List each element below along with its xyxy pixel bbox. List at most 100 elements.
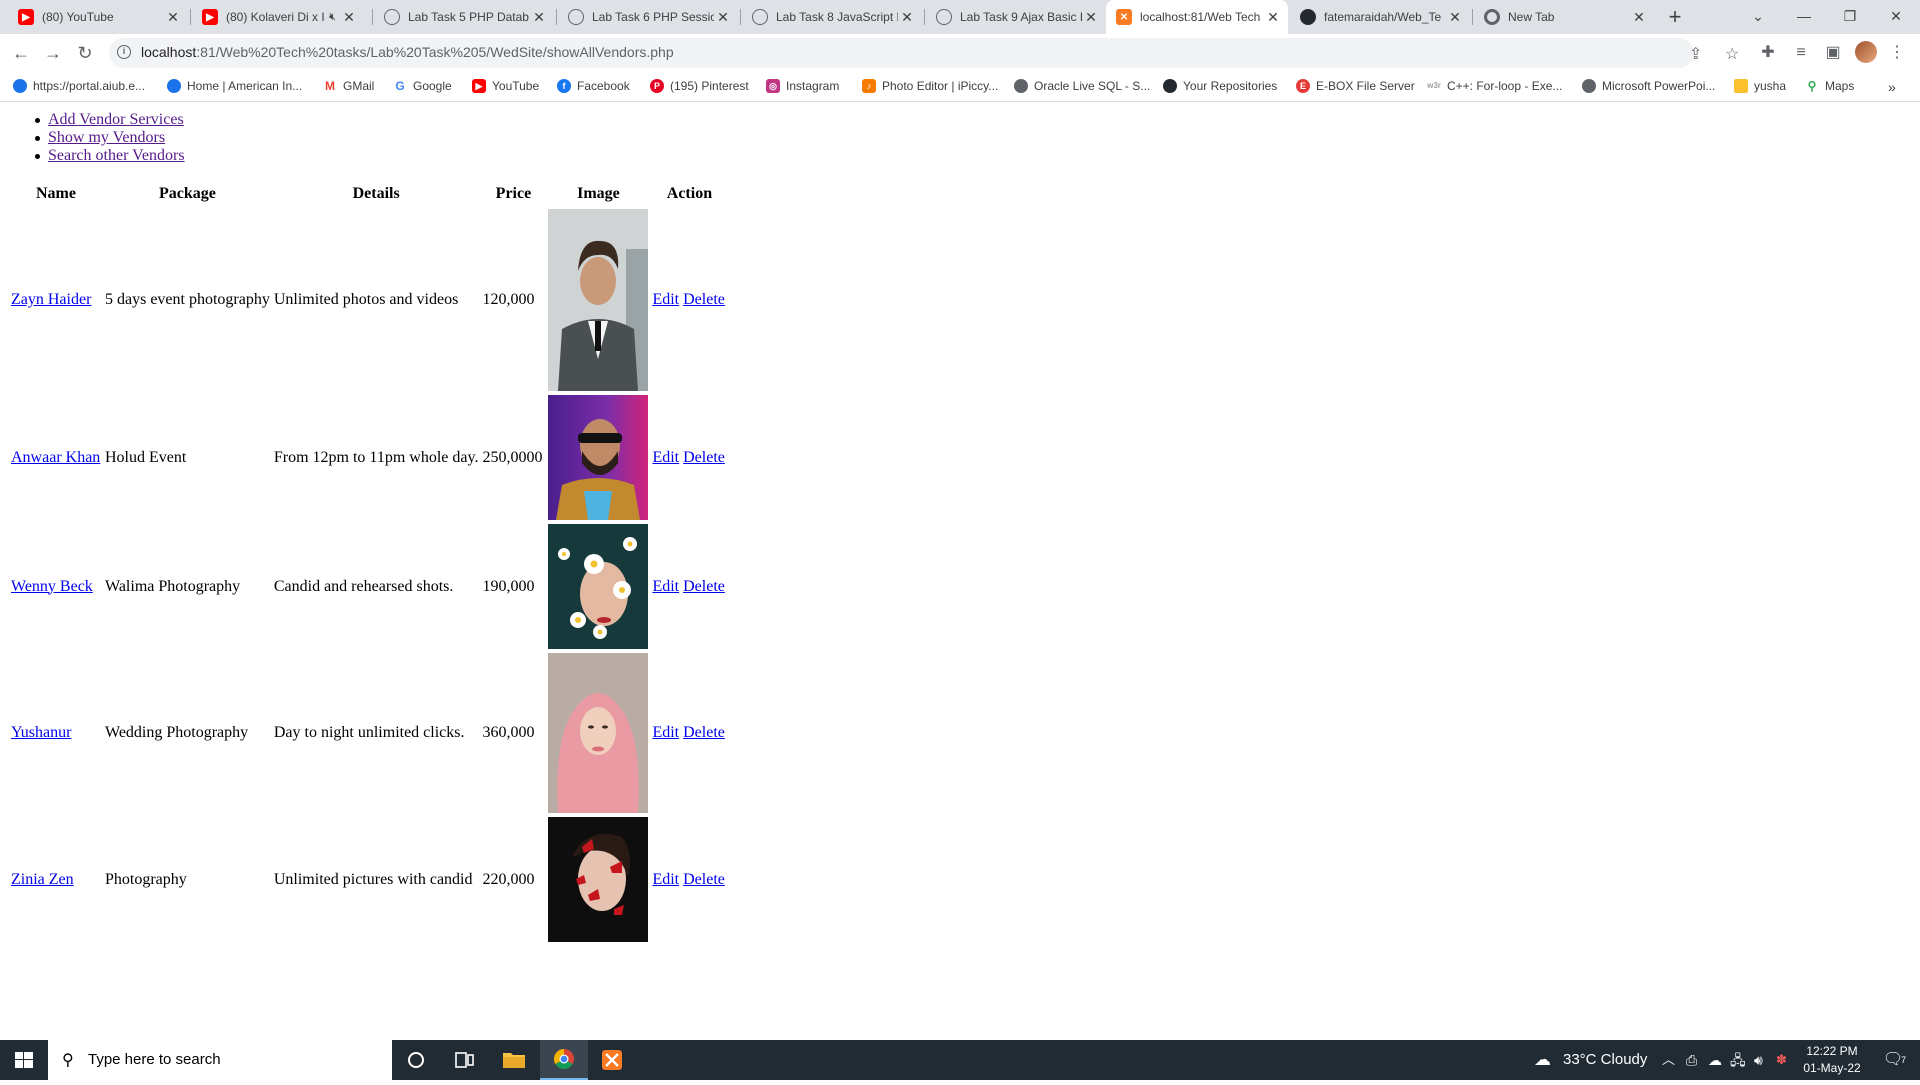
close-icon[interactable]: ✕ bbox=[1446, 9, 1464, 26]
bookmark-star-icon[interactable]: ☆ bbox=[1725, 44, 1739, 64]
tab-youtube[interactable]: ▶ (80) YouTube ✕ bbox=[8, 0, 188, 34]
onedrive-cloud-icon[interactable]: ☁ bbox=[1708, 1040, 1722, 1080]
tab-new-tab[interactable]: New Tab ✕ bbox=[1474, 0, 1654, 34]
reload-button[interactable]: ↻ bbox=[73, 41, 97, 65]
close-icon[interactable]: ✕ bbox=[898, 9, 916, 26]
tab-lab-task-6[interactable]: Lab Task 6 PHP Sessio ✕ bbox=[558, 0, 738, 34]
tab-localhost-active[interactable]: ✕ localhost:81/Web Tech ✕ bbox=[1106, 0, 1288, 34]
weather-text[interactable]: 33°C Cloudy bbox=[1563, 1040, 1647, 1080]
details-cell: Unlimited pictures with candid bbox=[273, 870, 473, 888]
delete-link[interactable]: Delete bbox=[683, 578, 725, 595]
minimize-button[interactable]: — bbox=[1781, 0, 1827, 34]
file-explorer-button[interactable] bbox=[490, 1040, 538, 1080]
add-vendor-services-link[interactable]: Add Vendor Services bbox=[48, 111, 184, 128]
tab-title: (80) Kolaveri Di x I bbox=[226, 10, 325, 24]
network-icon[interactable]: 🖧︎ bbox=[1730, 1040, 1746, 1080]
close-window-button[interactable]: ✕ bbox=[1873, 0, 1919, 34]
bookmark-american[interactable]: Home | American In... bbox=[167, 79, 302, 93]
weather-cloud-icon[interactable]: ☁ bbox=[1534, 1040, 1551, 1080]
tab-kolaveri[interactable]: ▶ (80) Kolaveri Di x I 🔇︎ ✕ bbox=[192, 0, 364, 34]
bookmark-facebook[interactable]: f Facebook bbox=[557, 79, 630, 93]
xampp-taskbar-button[interactable] bbox=[588, 1040, 636, 1080]
close-icon[interactable]: ✕ bbox=[714, 9, 732, 26]
vendor-name-link[interactable]: Wenny Beck bbox=[11, 578, 93, 595]
close-icon[interactable]: ✕ bbox=[164, 9, 182, 26]
bookmark-powerpoint[interactable]: Microsoft PowerPoi... bbox=[1582, 79, 1715, 93]
site-info-icon[interactable]: i bbox=[117, 45, 131, 59]
media-control-icon[interactable]: ≡ bbox=[1790, 42, 1812, 64]
bookmark-maps[interactable]: ⚲ Maps bbox=[1805, 79, 1854, 93]
back-button[interactable]: ← bbox=[9, 41, 33, 65]
delete-link[interactable]: Delete bbox=[683, 291, 725, 308]
restore-button[interactable]: ❐ bbox=[1827, 0, 1873, 34]
forward-button[interactable]: → bbox=[41, 41, 65, 65]
bookmark-portal-aiub[interactable]: https://portal.aiub.e... bbox=[13, 79, 145, 93]
vendor-name-link[interactable]: Yushanur bbox=[11, 724, 71, 741]
vendor-nav-list: Add Vendor Services Show my Vendors Sear… bbox=[35, 111, 185, 165]
url-text[interactable]: localhost:81/Web%20Tech%20tasks/Lab%20Ta… bbox=[141, 44, 674, 60]
vendor-image bbox=[548, 817, 649, 942]
address-bar[interactable]: i localhost:81/Web%20Tech%20tasks/Lab%20… bbox=[109, 38, 1739, 68]
taskbar-search-box[interactable]: ⚲ Type here to search bbox=[48, 1040, 392, 1080]
bookmark-ebox[interactable]: E E-BOX File Server bbox=[1296, 79, 1415, 93]
close-icon[interactable]: ✕ bbox=[530, 9, 548, 26]
edit-link[interactable]: Edit bbox=[652, 449, 679, 466]
close-icon[interactable]: ✕ bbox=[1264, 9, 1282, 26]
extensions-icon[interactable]: ✚ bbox=[1757, 42, 1779, 64]
start-button[interactable] bbox=[0, 1040, 48, 1080]
system-clock[interactable]: 12:22 PM 01-May-22 bbox=[1795, 1043, 1869, 1077]
cortana-button[interactable] bbox=[392, 1040, 440, 1080]
new-tab-button[interactable]: + bbox=[1662, 4, 1688, 30]
bookmark-pinterest[interactable]: P (195) Pinterest bbox=[650, 79, 749, 93]
close-icon[interactable]: ✕ bbox=[1082, 9, 1100, 26]
menu-kebab-icon[interactable]: ⋮ bbox=[1886, 42, 1908, 64]
edit-link[interactable]: Edit bbox=[652, 578, 679, 595]
tab-lab-task-9[interactable]: Lab Task 9 Ajax Basic F ✕ bbox=[926, 0, 1106, 34]
chevron-up-icon[interactable]: ︿ bbox=[1662, 1040, 1675, 1080]
bookmark-cpp-for-loop[interactable]: w3r C++: For-loop - Exe... bbox=[1427, 79, 1562, 93]
bookmark-instagram[interactable]: ◎ Instagram bbox=[766, 79, 839, 93]
device-icon[interactable]: ⎙ bbox=[1686, 1040, 1697, 1080]
delete-link[interactable]: Delete bbox=[683, 449, 725, 466]
side-panel-icon[interactable]: ▣ bbox=[1822, 42, 1844, 64]
bookmark-repositories[interactable]: Your Repositories bbox=[1163, 79, 1277, 93]
edit-link[interactable]: Edit bbox=[652, 871, 679, 888]
bookmark-google[interactable]: G Google bbox=[393, 79, 452, 93]
tab-github[interactable]: fatemaraidah/Web_Te ✕ bbox=[1290, 0, 1470, 34]
delete-link[interactable]: Delete bbox=[683, 871, 725, 888]
tab-title: New Tab bbox=[1508, 10, 1555, 24]
bookmark-youtube[interactable]: ▶ YouTube bbox=[472, 79, 539, 93]
vendor-name-link[interactable]: Zayn Haider bbox=[11, 291, 91, 308]
notification-center-button[interactable]: 🗨︎ 7 bbox=[1878, 1040, 1908, 1080]
chrome-icon bbox=[554, 1049, 574, 1069]
show-my-vendors-link[interactable]: Show my Vendors bbox=[48, 129, 165, 146]
vendor-name-link[interactable]: Anwaar Khan bbox=[11, 449, 100, 466]
bookmark-folder-yusha[interactable]: yusha bbox=[1734, 79, 1786, 93]
bookmark-oracle[interactable]: Oracle Live SQL - S... bbox=[1014, 79, 1150, 93]
tab-lab-task-5[interactable]: Lab Task 5 PHP Datab ✕ bbox=[374, 0, 554, 34]
delete-link[interactable]: Delete bbox=[683, 724, 725, 741]
package-cell: 5 days event photography bbox=[105, 291, 270, 308]
tab-search-button[interactable]: ⌄ bbox=[1735, 0, 1781, 34]
close-icon[interactable]: ✕ bbox=[1630, 9, 1648, 26]
bookmarks-overflow-chevron-icon[interactable]: » bbox=[1888, 79, 1896, 95]
volume-icon[interactable]: 🔊︎ bbox=[1754, 1040, 1763, 1080]
edit-link[interactable]: Edit bbox=[652, 724, 679, 741]
bookmark-gmail[interactable]: M GMail bbox=[323, 79, 374, 93]
tab-lab-task-8[interactable]: Lab Task 8 JavaScript F ✕ bbox=[742, 0, 922, 34]
search-other-vendors-link[interactable]: Search other Vendors bbox=[48, 147, 185, 164]
mute-icon[interactable]: 🔇︎ bbox=[329, 11, 336, 24]
close-icon[interactable]: ✕ bbox=[340, 9, 358, 26]
bookmark-label: E-BOX File Server bbox=[1316, 79, 1415, 93]
details-cell: Unlimited photos and videos bbox=[273, 291, 459, 308]
tab-title: (80) YouTube bbox=[42, 10, 114, 24]
share-icon[interactable]: ⇪ bbox=[1689, 44, 1702, 64]
bookmark-ipiccy[interactable]: ♪ Photo Editor | iPiccy... bbox=[862, 79, 998, 93]
dropbox-icon[interactable]: ✽ bbox=[1776, 1040, 1787, 1080]
edit-link[interactable]: Edit bbox=[652, 291, 679, 308]
chrome-taskbar-button[interactable] bbox=[540, 1040, 588, 1080]
task-view-button[interactable] bbox=[440, 1040, 488, 1080]
bookmark-label: Google bbox=[413, 79, 452, 93]
profile-avatar[interactable] bbox=[1855, 41, 1877, 63]
vendor-name-link[interactable]: Zinia Zen bbox=[11, 871, 74, 888]
